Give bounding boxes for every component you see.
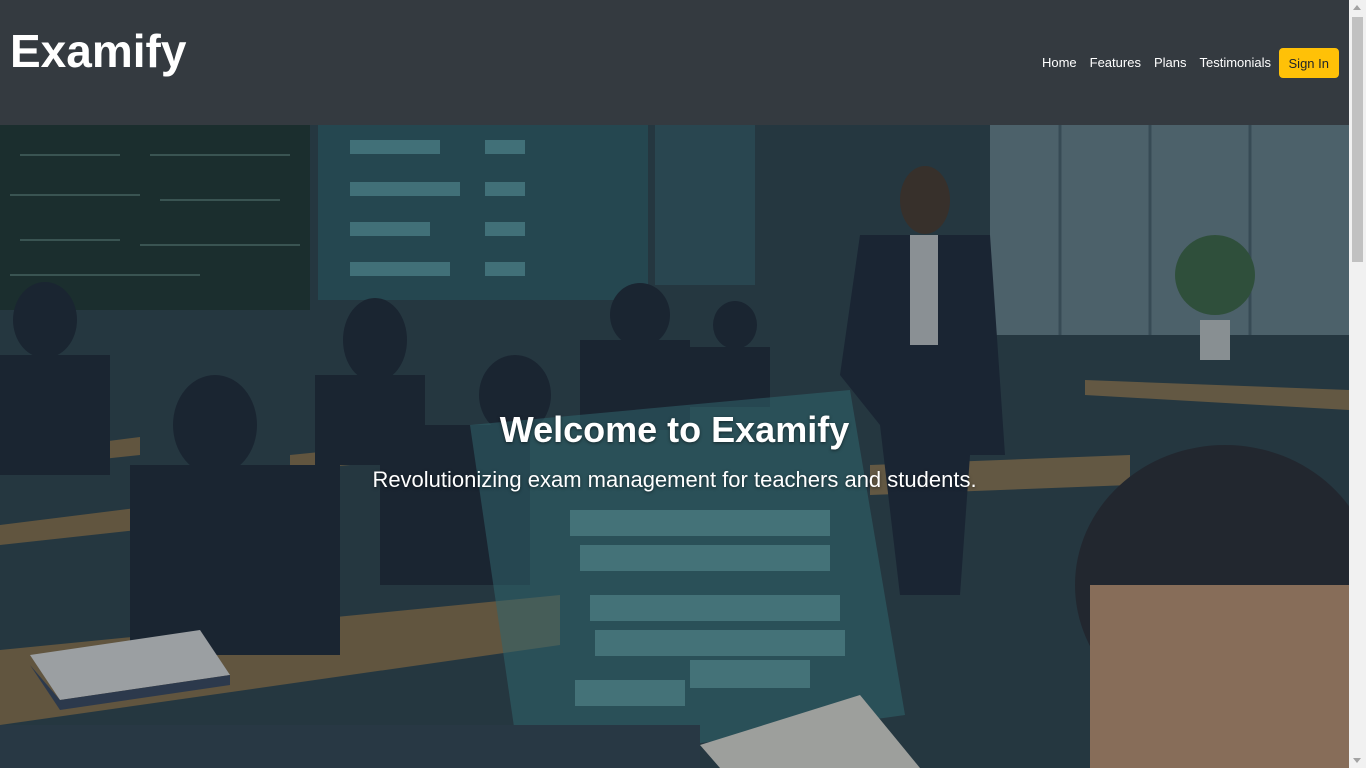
page-scrollbar[interactable] <box>1349 0 1366 768</box>
scroll-up-arrow-icon[interactable] <box>1353 5 1361 10</box>
brand-logo[interactable]: Examify <box>10 24 186 78</box>
scroll-down-arrow-icon[interactable] <box>1353 758 1361 763</box>
nav-link-features[interactable]: Features <box>1083 47 1147 78</box>
navbar: Examify Home Features Plans Testimonials… <box>0 0 1349 125</box>
main-nav: Home Features Plans Testimonials Sign In <box>1035 47 1339 78</box>
nav-link-testimonials[interactable]: Testimonials <box>1193 47 1278 78</box>
hero-section: Welcome to Examify Revolutionizing exam … <box>0 125 1349 768</box>
hero-subtitle: Revolutionizing exam management for teac… <box>372 467 977 492</box>
sign-in-button[interactable]: Sign In <box>1278 47 1339 78</box>
nav-link-plans[interactable]: Plans <box>1147 47 1193 78</box>
page: Examify Home Features Plans Testimonials… <box>0 0 1349 768</box>
scroll-thumb[interactable] <box>1352 17 1363 262</box>
hero-title: Welcome to Examify <box>499 409 850 450</box>
nav-link-home[interactable]: Home <box>1035 47 1083 78</box>
